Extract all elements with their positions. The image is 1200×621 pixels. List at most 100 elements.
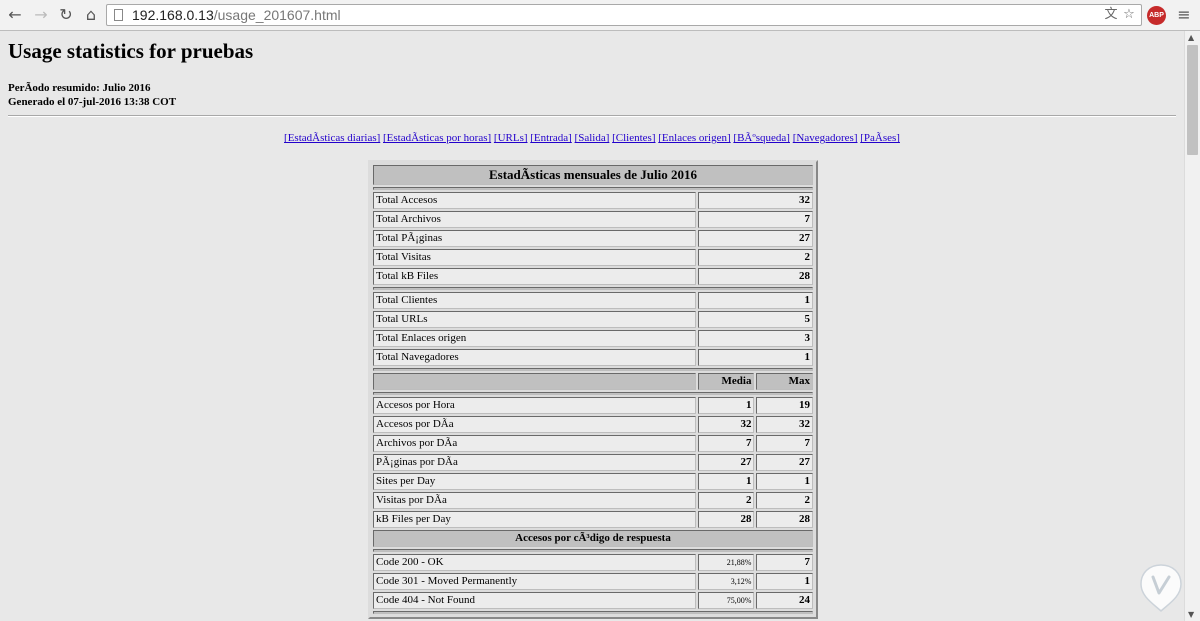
table-row: Total kB Files 28 [373, 268, 813, 285]
nav-link-daily[interactable]: [EstadÃsticas diarias] [284, 132, 380, 144]
period-line: PerÃodo resumido: Julio 2016 [8, 82, 151, 94]
table-row: Code 404 - Not Found 75,00% 24 [373, 592, 813, 609]
nav-link-search[interactable]: [BÃºsqueda] [733, 132, 790, 144]
watermark-logo-icon [1140, 564, 1182, 613]
row-value: 1 [756, 573, 813, 590]
table-row: Total Clientes 1 [373, 292, 813, 309]
home-icon[interactable]: ⌂ [80, 4, 102, 26]
reload-icon[interactable]: ↻ [55, 4, 77, 26]
row-label: Archivos por DÃa [373, 435, 696, 452]
row-media: 7 [697, 435, 755, 452]
monthly-stats-table: EstadÃsticas mensuales de Julio 2016 Tot… [368, 160, 818, 619]
separator [373, 392, 813, 395]
nav-link-hourly[interactable]: [EstadÃsticas por horas] [383, 132, 491, 144]
blank-header [373, 373, 696, 390]
row-label: Total Navegadores [373, 349, 696, 366]
vertical-scrollbar[interactable]: ▲ ▼ [1184, 31, 1200, 621]
row-label: Total URLs [373, 311, 696, 328]
nav-link-urls[interactable]: [URLs] [494, 132, 528, 144]
row-label: PÃ¡ginas por DÃa [373, 454, 696, 471]
row-label: Total Accesos [373, 192, 696, 209]
generated-line: Generado el 07-jul-2016 13:38 COT [8, 96, 177, 108]
nav-link-browsers[interactable]: [Navegadores] [793, 132, 858, 144]
separator [373, 549, 813, 552]
column-header-row: Media Max [373, 373, 813, 390]
row-label: Total Enlaces origen [373, 330, 696, 347]
codes-section-title: Accesos por cÃ³digo de respuesta [373, 530, 813, 547]
row-max: 7 [756, 435, 813, 452]
col-max-header: Max [756, 373, 813, 390]
nav-link-exit[interactable]: [Salida] [575, 132, 610, 144]
url-path: /usage_201607.html [213, 7, 341, 23]
summary-block: PerÃodo resumido: Julio 2016 Generado el… [8, 81, 176, 109]
row-media: 28 [697, 511, 755, 528]
row-media: 1 [697, 397, 755, 414]
table-row: Archivos por DÃa 7 7 [373, 435, 813, 452]
row-value: 7 [756, 554, 813, 571]
row-label: Total Visitas [373, 249, 696, 266]
nav-links: [EstadÃsticas diarias] [EstadÃsticas por… [0, 132, 1184, 144]
row-label: Visitas por DÃa [373, 492, 696, 509]
row-label: Total kB Files [373, 268, 696, 285]
separator [373, 187, 813, 190]
row-max: 2 [756, 492, 813, 509]
row-label: Code 200 - OK [373, 554, 696, 571]
row-max: 28 [756, 511, 813, 528]
back-icon[interactable]: ← [4, 4, 26, 26]
table-row: PÃ¡ginas por DÃa 27 27 [373, 454, 813, 471]
row-value: 28 [697, 268, 813, 285]
row-media: 32 [697, 416, 755, 433]
row-label: Total Archivos [373, 211, 696, 228]
table-row: Code 200 - OK 21,88% 7 [373, 554, 813, 571]
nav-link-countries[interactable]: [PaÃses] [860, 132, 900, 144]
row-max: 1 [756, 473, 813, 490]
row-label: Total PÃ¡ginas [373, 230, 696, 247]
row-label: Code 404 - Not Found [373, 592, 696, 609]
row-max: 19 [756, 397, 813, 414]
nav-link-clients[interactable]: [Clientes] [612, 132, 655, 144]
row-label: Sites per Day [373, 473, 696, 490]
table-row: Total Archivos 7 [373, 211, 813, 228]
row-max: 27 [756, 454, 813, 471]
page-title: Usage statistics for pruebas [8, 39, 254, 63]
row-percent: 3,12% [697, 573, 755, 590]
row-percent: 75,00% [697, 592, 755, 609]
row-value: 1 [697, 292, 813, 309]
row-label: Code 301 - Moved Permanently [373, 573, 696, 590]
nav-link-referrers[interactable]: [Enlaces origen] [658, 132, 730, 144]
scroll-down-icon[interactable]: ▼ [1188, 610, 1194, 619]
row-label: Accesos por Hora [373, 397, 696, 414]
table-row: Code 301 - Moved Permanently 3,12% 1 [373, 573, 813, 590]
page-icon [114, 9, 123, 21]
page-content: Usage statistics for pruebas PerÃodo res… [0, 31, 1184, 621]
bookmark-star-icon[interactable]: ☆ [1121, 7, 1137, 23]
row-media: 2 [697, 492, 755, 509]
row-percent: 21,88% [697, 554, 755, 571]
row-value: 3 [697, 330, 813, 347]
table-row: Total Visitas 2 [373, 249, 813, 266]
row-value: 7 [697, 211, 813, 228]
scroll-up-icon[interactable]: ▲ [1188, 33, 1194, 42]
table-row: Total Enlaces origen 3 [373, 330, 813, 347]
separator [373, 368, 813, 371]
adblock-plus-icon[interactable]: ABP [1147, 6, 1166, 25]
col-media-header: Media [697, 373, 755, 390]
row-label: kB Files per Day [373, 511, 696, 528]
row-value: 2 [697, 249, 813, 266]
row-label: Accesos por DÃa [373, 416, 696, 433]
nav-link-entry[interactable]: [Entrada] [530, 132, 572, 144]
table-row: Sites per Day 1 1 [373, 473, 813, 490]
address-bar[interactable]: 192.168.0.13/usage_201607.html 文 ☆ [106, 4, 1142, 26]
url-host: 192.168.0.13 [132, 7, 214, 23]
stats-title: EstadÃsticas mensuales de Julio 2016 [373, 165, 813, 185]
scrollbar-thumb[interactable] [1187, 45, 1198, 155]
row-value: 24 [756, 592, 813, 609]
table-row: kB Files per Day 28 28 [373, 511, 813, 528]
menu-icon[interactable]: ≡ [1176, 6, 1192, 24]
translate-icon[interactable]: 文 [1103, 7, 1119, 23]
url-text[interactable]: 192.168.0.13/usage_201607.html [132, 6, 341, 24]
row-media: 1 [697, 473, 755, 490]
table-row: Total Accesos 32 [373, 192, 813, 209]
forward-icon[interactable]: → [30, 4, 52, 26]
row-media: 27 [697, 454, 755, 471]
